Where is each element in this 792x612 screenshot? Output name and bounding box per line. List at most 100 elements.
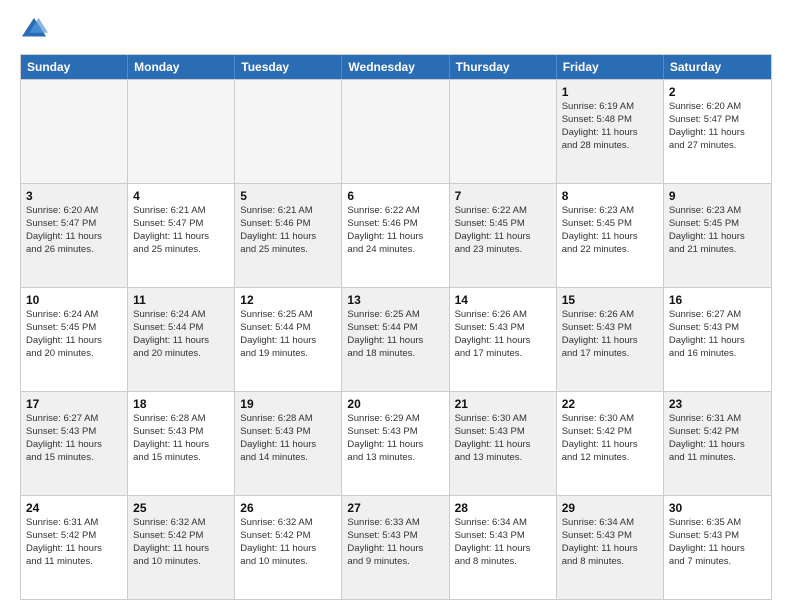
calendar-cell: 15Sunrise: 6:26 AM Sunset: 5:43 PM Dayli…: [557, 288, 664, 391]
day-of-week-header: Tuesday: [235, 55, 342, 79]
day-number: 21: [455, 396, 551, 412]
day-of-week-header: Wednesday: [342, 55, 449, 79]
day-number: 5: [240, 188, 336, 204]
day-info: Sunrise: 6:35 AM Sunset: 5:43 PM Dayligh…: [669, 517, 745, 566]
calendar-cell: 14Sunrise: 6:26 AM Sunset: 5:43 PM Dayli…: [450, 288, 557, 391]
calendar-cell: 26Sunrise: 6:32 AM Sunset: 5:42 PM Dayli…: [235, 496, 342, 599]
calendar-body: 1Sunrise: 6:19 AM Sunset: 5:48 PM Daylig…: [21, 79, 771, 599]
page: SundayMondayTuesdayWednesdayThursdayFrid…: [0, 0, 792, 612]
day-info: Sunrise: 6:24 AM Sunset: 5:45 PM Dayligh…: [26, 309, 102, 358]
day-info: Sunrise: 6:34 AM Sunset: 5:43 PM Dayligh…: [455, 517, 531, 566]
calendar-cell: 23Sunrise: 6:31 AM Sunset: 5:42 PM Dayli…: [664, 392, 771, 495]
calendar-cell: 22Sunrise: 6:30 AM Sunset: 5:42 PM Dayli…: [557, 392, 664, 495]
day-number: 29: [562, 500, 658, 516]
day-number: 15: [562, 292, 658, 308]
day-number: 30: [669, 500, 766, 516]
day-info: Sunrise: 6:29 AM Sunset: 5:43 PM Dayligh…: [347, 413, 423, 462]
day-info: Sunrise: 6:27 AM Sunset: 5:43 PM Dayligh…: [26, 413, 102, 462]
day-info: Sunrise: 6:33 AM Sunset: 5:43 PM Dayligh…: [347, 517, 423, 566]
day-info: Sunrise: 6:31 AM Sunset: 5:42 PM Dayligh…: [669, 413, 745, 462]
day-of-week-header: Sunday: [21, 55, 128, 79]
calendar-header: SundayMondayTuesdayWednesdayThursdayFrid…: [21, 55, 771, 79]
calendar-cell: 9Sunrise: 6:23 AM Sunset: 5:45 PM Daylig…: [664, 184, 771, 287]
calendar-row: 17Sunrise: 6:27 AM Sunset: 5:43 PM Dayli…: [21, 391, 771, 495]
day-info: Sunrise: 6:32 AM Sunset: 5:42 PM Dayligh…: [133, 517, 209, 566]
day-info: Sunrise: 6:22 AM Sunset: 5:45 PM Dayligh…: [455, 205, 531, 254]
day-number: 17: [26, 396, 122, 412]
calendar-cell: [450, 80, 557, 183]
day-info: Sunrise: 6:30 AM Sunset: 5:43 PM Dayligh…: [455, 413, 531, 462]
day-number: 11: [133, 292, 229, 308]
calendar-cell: 28Sunrise: 6:34 AM Sunset: 5:43 PM Dayli…: [450, 496, 557, 599]
day-number: 9: [669, 188, 766, 204]
day-number: 13: [347, 292, 443, 308]
day-number: 8: [562, 188, 658, 204]
day-of-week-header: Friday: [557, 55, 664, 79]
day-info: Sunrise: 6:25 AM Sunset: 5:44 PM Dayligh…: [347, 309, 423, 358]
day-number: 12: [240, 292, 336, 308]
day-number: 26: [240, 500, 336, 516]
logo: [20, 16, 52, 44]
day-info: Sunrise: 6:21 AM Sunset: 5:46 PM Dayligh…: [240, 205, 316, 254]
day-of-week-header: Monday: [128, 55, 235, 79]
header: [20, 16, 772, 44]
day-number: 2: [669, 84, 766, 100]
day-number: 24: [26, 500, 122, 516]
day-number: 3: [26, 188, 122, 204]
day-number: 27: [347, 500, 443, 516]
calendar-cell: [235, 80, 342, 183]
day-info: Sunrise: 6:31 AM Sunset: 5:42 PM Dayligh…: [26, 517, 102, 566]
calendar: SundayMondayTuesdayWednesdayThursdayFrid…: [20, 54, 772, 600]
calendar-cell: 25Sunrise: 6:32 AM Sunset: 5:42 PM Dayli…: [128, 496, 235, 599]
calendar-cell: 19Sunrise: 6:28 AM Sunset: 5:43 PM Dayli…: [235, 392, 342, 495]
calendar-cell: 3Sunrise: 6:20 AM Sunset: 5:47 PM Daylig…: [21, 184, 128, 287]
calendar-row: 1Sunrise: 6:19 AM Sunset: 5:48 PM Daylig…: [21, 79, 771, 183]
logo-icon: [20, 16, 48, 44]
day-info: Sunrise: 6:22 AM Sunset: 5:46 PM Dayligh…: [347, 205, 423, 254]
day-number: 6: [347, 188, 443, 204]
day-number: 20: [347, 396, 443, 412]
calendar-cell: 5Sunrise: 6:21 AM Sunset: 5:46 PM Daylig…: [235, 184, 342, 287]
day-info: Sunrise: 6:27 AM Sunset: 5:43 PM Dayligh…: [669, 309, 745, 358]
day-info: Sunrise: 6:23 AM Sunset: 5:45 PM Dayligh…: [562, 205, 638, 254]
day-number: 22: [562, 396, 658, 412]
day-number: 10: [26, 292, 122, 308]
day-number: 25: [133, 500, 229, 516]
day-number: 23: [669, 396, 766, 412]
calendar-cell: 30Sunrise: 6:35 AM Sunset: 5:43 PM Dayli…: [664, 496, 771, 599]
calendar-cell: 17Sunrise: 6:27 AM Sunset: 5:43 PM Dayli…: [21, 392, 128, 495]
calendar-cell: 12Sunrise: 6:25 AM Sunset: 5:44 PM Dayli…: [235, 288, 342, 391]
calendar-cell: 27Sunrise: 6:33 AM Sunset: 5:43 PM Dayli…: [342, 496, 449, 599]
day-info: Sunrise: 6:34 AM Sunset: 5:43 PM Dayligh…: [562, 517, 638, 566]
calendar-cell: 21Sunrise: 6:30 AM Sunset: 5:43 PM Dayli…: [450, 392, 557, 495]
calendar-cell: [342, 80, 449, 183]
day-number: 7: [455, 188, 551, 204]
calendar-cell: 16Sunrise: 6:27 AM Sunset: 5:43 PM Dayli…: [664, 288, 771, 391]
day-number: 18: [133, 396, 229, 412]
day-number: 28: [455, 500, 551, 516]
day-number: 19: [240, 396, 336, 412]
day-info: Sunrise: 6:24 AM Sunset: 5:44 PM Dayligh…: [133, 309, 209, 358]
calendar-cell: 24Sunrise: 6:31 AM Sunset: 5:42 PM Dayli…: [21, 496, 128, 599]
calendar-row: 3Sunrise: 6:20 AM Sunset: 5:47 PM Daylig…: [21, 183, 771, 287]
calendar-cell: 20Sunrise: 6:29 AM Sunset: 5:43 PM Dayli…: [342, 392, 449, 495]
day-info: Sunrise: 6:23 AM Sunset: 5:45 PM Dayligh…: [669, 205, 745, 254]
day-info: Sunrise: 6:19 AM Sunset: 5:48 PM Dayligh…: [562, 101, 638, 150]
day-info: Sunrise: 6:32 AM Sunset: 5:42 PM Dayligh…: [240, 517, 316, 566]
day-info: Sunrise: 6:30 AM Sunset: 5:42 PM Dayligh…: [562, 413, 638, 462]
calendar-cell: 11Sunrise: 6:24 AM Sunset: 5:44 PM Dayli…: [128, 288, 235, 391]
day-info: Sunrise: 6:21 AM Sunset: 5:47 PM Dayligh…: [133, 205, 209, 254]
calendar-cell: 29Sunrise: 6:34 AM Sunset: 5:43 PM Dayli…: [557, 496, 664, 599]
calendar-cell: [128, 80, 235, 183]
day-of-week-header: Thursday: [450, 55, 557, 79]
calendar-row: 10Sunrise: 6:24 AM Sunset: 5:45 PM Dayli…: [21, 287, 771, 391]
calendar-cell: 10Sunrise: 6:24 AM Sunset: 5:45 PM Dayli…: [21, 288, 128, 391]
calendar-cell: 13Sunrise: 6:25 AM Sunset: 5:44 PM Dayli…: [342, 288, 449, 391]
calendar-cell: 18Sunrise: 6:28 AM Sunset: 5:43 PM Dayli…: [128, 392, 235, 495]
calendar-cell: 7Sunrise: 6:22 AM Sunset: 5:45 PM Daylig…: [450, 184, 557, 287]
day-number: 14: [455, 292, 551, 308]
day-info: Sunrise: 6:25 AM Sunset: 5:44 PM Dayligh…: [240, 309, 316, 358]
calendar-cell: 8Sunrise: 6:23 AM Sunset: 5:45 PM Daylig…: [557, 184, 664, 287]
day-number: 1: [562, 84, 658, 100]
day-info: Sunrise: 6:20 AM Sunset: 5:47 PM Dayligh…: [669, 101, 745, 150]
